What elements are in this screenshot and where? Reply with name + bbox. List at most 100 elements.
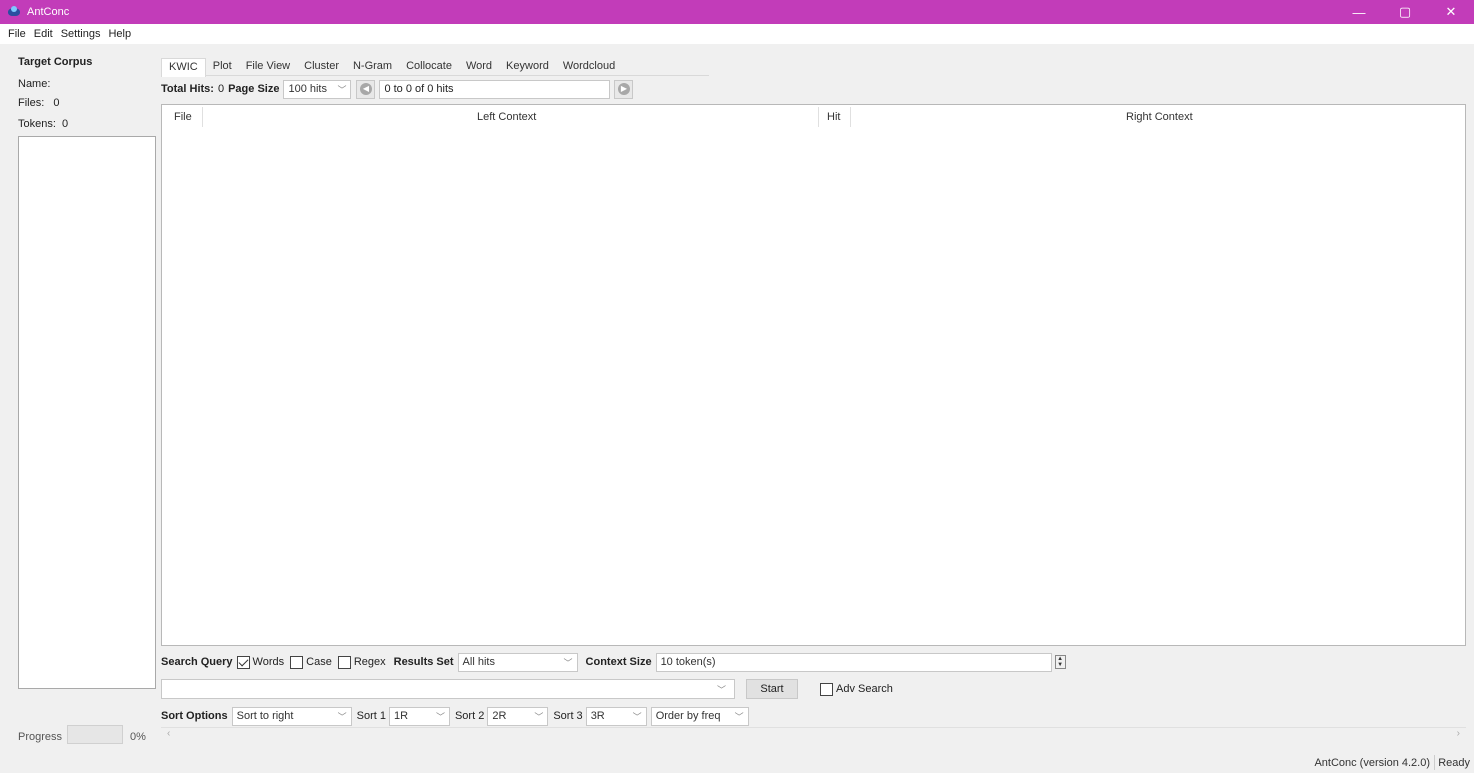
chevron-down-icon: ﹀ bbox=[534, 711, 544, 722]
sort3-label: Sort 3 bbox=[553, 710, 583, 722]
maximize-icon: ▢ bbox=[1398, 4, 1412, 19]
tool-tabs: KWIC Plot File View Cluster N-Gram Collo… bbox=[161, 58, 709, 77]
sort2-value: 2R bbox=[492, 710, 507, 722]
arrow-left-icon: ◀ bbox=[359, 83, 372, 95]
tab-plot[interactable]: Plot bbox=[205, 58, 239, 75]
context-size-label: Context Size bbox=[585, 656, 652, 668]
page-size-select[interactable]: 100 hits ﹀ bbox=[283, 79, 352, 99]
chevron-down-icon: ﹀ bbox=[337, 84, 347, 95]
results-set-select[interactable]: All hits ﹀ bbox=[457, 652, 578, 672]
minimize-icon: — bbox=[1352, 4, 1366, 20]
case-checkbox[interactable] bbox=[290, 655, 304, 669]
chevron-down-icon[interactable]: ﹀ bbox=[717, 683, 726, 696]
hits-range-field: 0 to 0 of 0 hits bbox=[379, 79, 611, 99]
search-query-input[interactable]: ﹀ bbox=[161, 679, 735, 699]
search-query-label: Search Query bbox=[161, 656, 233, 668]
progress-percent: 0% bbox=[130, 731, 146, 743]
words-label: Words bbox=[252, 656, 285, 668]
page-size-value: 100 hits bbox=[288, 83, 327, 95]
context-size-spinner[interactable]: ▲ ▼ bbox=[1054, 655, 1066, 669]
chevron-down-icon: ﹀ bbox=[734, 711, 744, 722]
page-size-label: Page Size bbox=[228, 83, 280, 95]
column-right-context[interactable]: Right Context bbox=[1126, 111, 1193, 123]
chevron-down-icon: ﹀ bbox=[632, 711, 642, 722]
previous-page-button[interactable]: ◀ bbox=[356, 79, 376, 99]
progress-label: Progress bbox=[18, 731, 63, 743]
sort-mode-value: Sort to right bbox=[236, 710, 294, 722]
maximize-button[interactable]: ▢ bbox=[1382, 0, 1428, 24]
progress-bar bbox=[67, 725, 123, 744]
title-bar: AntConc — ▢ ✕ bbox=[0, 0, 1474, 24]
query-row: ﹀ Start Adv Search bbox=[161, 678, 893, 700]
corpus-files-value: 0 bbox=[53, 97, 60, 109]
corpus-files-row: Files: 0 bbox=[18, 97, 59, 109]
adv-search-label: Adv Search bbox=[836, 683, 893, 695]
horizontal-scrollbar[interactable]: ‹ › bbox=[161, 727, 1466, 741]
column-left-context[interactable]: Left Context bbox=[477, 111, 536, 123]
corpus-tokens-value: 0 bbox=[61, 118, 69, 130]
corpus-tokens-label: Tokens: bbox=[18, 118, 56, 130]
scroll-left-icon[interactable]: ‹ bbox=[167, 728, 170, 739]
results-header: File Left Context Hit Right Context bbox=[162, 105, 1465, 129]
sort1-select[interactable]: 1R ﹀ bbox=[388, 706, 450, 726]
menu-bar: File Edit Settings Help bbox=[0, 24, 1474, 44]
adv-search-checkbox[interactable] bbox=[820, 682, 833, 696]
results-set-label: Results Set bbox=[393, 656, 454, 668]
case-label: Case bbox=[306, 656, 332, 668]
chevron-down-icon: ﹀ bbox=[337, 711, 347, 722]
kwic-toolbar: Total Hits: 0 Page Size 100 hits ﹀ ◀ 0 t… bbox=[161, 78, 634, 100]
order-value: Order by freq bbox=[655, 710, 721, 722]
arrow-right-icon: ▶ bbox=[617, 83, 630, 95]
window-title: AntConc bbox=[27, 6, 70, 18]
status-bar: AntConc (version 4.2.0) Ready bbox=[0, 752, 1474, 773]
status-state: Ready bbox=[1438, 757, 1470, 769]
chevron-down-icon: ﹀ bbox=[563, 657, 573, 668]
words-checkbox[interactable] bbox=[236, 655, 250, 669]
tab-kwic[interactable]: KWIC bbox=[161, 58, 206, 77]
order-select[interactable]: Order by freq ﹀ bbox=[650, 706, 749, 726]
tab-collocate[interactable]: Collocate bbox=[399, 58, 459, 75]
menu-file[interactable]: File bbox=[4, 28, 30, 40]
target-corpus-title: Target Corpus bbox=[18, 56, 93, 68]
next-page-button[interactable]: ▶ bbox=[614, 79, 634, 99]
tab-file-view[interactable]: File View bbox=[238, 58, 298, 75]
search-options-row: Search Query Words Case Regex Results Se… bbox=[161, 652, 1066, 672]
tab-keyword[interactable]: Keyword bbox=[499, 58, 556, 75]
start-button[interactable]: Start bbox=[746, 679, 798, 699]
sort1-label: Sort 1 bbox=[356, 710, 386, 722]
sort3-select[interactable]: 3R ﹀ bbox=[585, 706, 647, 726]
column-hit[interactable]: Hit bbox=[827, 111, 840, 123]
total-hits-label: Total Hits: bbox=[161, 83, 214, 95]
tab-wordcloud[interactable]: Wordcloud bbox=[555, 58, 623, 75]
sort-mode-select[interactable]: Sort to right ﹀ bbox=[231, 706, 352, 726]
menu-settings[interactable]: Settings bbox=[57, 28, 105, 40]
sort3-value: 3R bbox=[590, 710, 605, 722]
tab-cluster[interactable]: Cluster bbox=[297, 58, 346, 75]
sort2-label: Sort 2 bbox=[454, 710, 485, 722]
column-file[interactable]: File bbox=[174, 111, 192, 123]
corpus-files-label: Files: bbox=[18, 97, 45, 109]
kwic-results-table[interactable]: File Left Context Hit Right Context bbox=[161, 104, 1466, 646]
menu-edit[interactable]: Edit bbox=[30, 28, 57, 40]
tab-word[interactable]: Word bbox=[458, 58, 500, 75]
corpus-file-list[interactable] bbox=[18, 136, 156, 689]
spinner-down-icon: ▼ bbox=[1057, 662, 1064, 668]
total-hits-value: 0 bbox=[217, 83, 225, 95]
chevron-down-icon: ﹀ bbox=[435, 711, 445, 722]
scroll-right-icon[interactable]: › bbox=[1457, 728, 1460, 739]
corpus-tokens-row: Tokens: 0 bbox=[18, 118, 68, 130]
status-version: AntConc (version 4.2.0) bbox=[1314, 757, 1430, 769]
context-size-field[interactable]: 10 token(s) bbox=[655, 652, 1052, 672]
target-corpus-panel: Target Corpus Name: Files: 0 Tokens: 0 P… bbox=[0, 44, 160, 754]
regex-checkbox[interactable] bbox=[337, 655, 351, 669]
sort2-select[interactable]: 2R ﹀ bbox=[487, 706, 549, 726]
minimize-button[interactable]: — bbox=[1336, 0, 1382, 24]
tab-n-gram[interactable]: N-Gram bbox=[345, 58, 400, 75]
context-size-value: 10 token(s) bbox=[660, 656, 716, 668]
regex-label: Regex bbox=[353, 656, 386, 668]
menu-help[interactable]: Help bbox=[104, 28, 135, 40]
results-set-value: All hits bbox=[462, 656, 495, 668]
sort-options-row: Sort Options Sort to right ﹀ Sort 1 1R ﹀… bbox=[161, 706, 749, 726]
sort-options-label: Sort Options bbox=[161, 710, 228, 722]
close-button[interactable]: ✕ bbox=[1428, 0, 1474, 24]
